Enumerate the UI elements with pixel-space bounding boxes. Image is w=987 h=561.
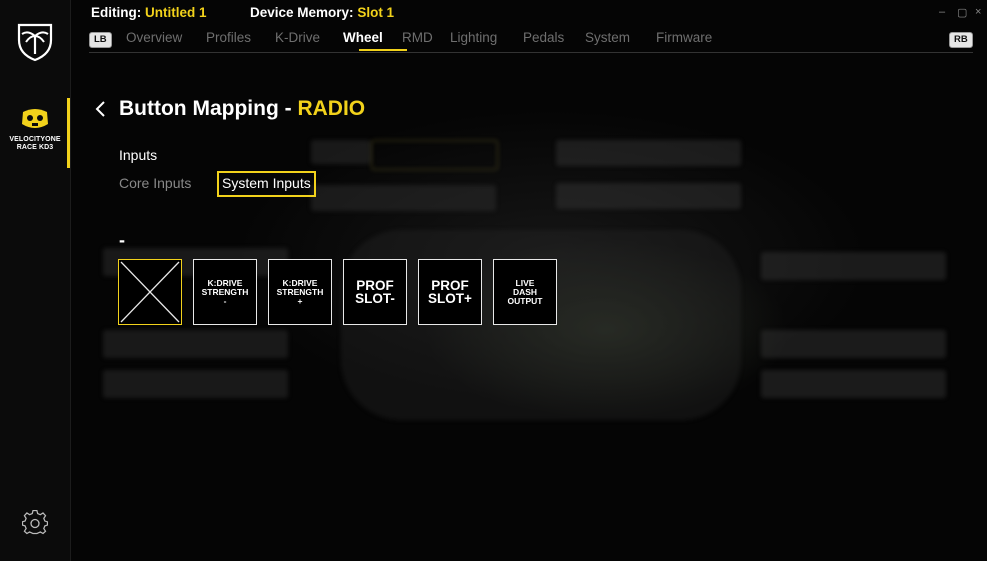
background-mapping-field <box>556 140 741 166</box>
background-mapping-field <box>556 183 741 209</box>
tab-system[interactable]: System <box>585 30 630 45</box>
maximize-button[interactable]: ▢ <box>957 6 967 19</box>
editing-info: Editing: Untitled 1 <box>91 5 207 20</box>
subtab-core-inputs[interactable]: Core Inputs <box>119 175 191 191</box>
subtab-system-inputs[interactable]: System Inputs <box>217 171 316 197</box>
tab-firmware[interactable]: Firmware <box>656 30 712 45</box>
close-button[interactable]: × <box>975 6 981 18</box>
device-name: VELOCITYONE RACE KD3 <box>0 136 70 152</box>
background-mapping-field <box>761 330 946 358</box>
tile-prof-slot-plus[interactable]: PROF SLOT+ <box>418 259 482 325</box>
memory-slot: Slot 1 <box>357 5 395 20</box>
editing-label: Editing: <box>91 5 142 20</box>
device-name-line2: RACE KD3 <box>16 144 54 151</box>
tile-k-drive-strength-plus[interactable]: K:DRIVE STRENGTH + <box>268 259 332 325</box>
device-name-line1: VELOCITYONE <box>9 136 61 143</box>
main-panel: Editing: Untitled 1 Device Memory: Slot … <box>71 0 987 561</box>
tab-lighting[interactable]: Lighting <box>450 30 497 45</box>
tile-live-dash-output[interactable]: LIVE DASH OUTPUT <box>493 259 557 325</box>
device-selector[interactable]: VELOCITYONE RACE KD3 <box>0 98 70 178</box>
background-mapping-field <box>371 140 498 170</box>
background-mapping-field <box>761 370 946 398</box>
tile-k-drive-strength-minus[interactable]: K:DRIVE STRENGTH - <box>193 259 257 325</box>
page-title-button-name: RADIO <box>297 97 366 120</box>
tab-overview[interactable]: Overview <box>126 30 182 45</box>
tile-label-line: - <box>223 295 227 306</box>
current-mapping-value: - <box>119 230 125 250</box>
lb-key-hint[interactable]: LB <box>89 32 112 48</box>
background-mapping-field <box>103 330 288 358</box>
tile-label-line: OUTPUT <box>507 295 543 306</box>
racing-wheel-icon <box>22 109 48 128</box>
tile-prof-slot-minus[interactable]: PROF SLOT- <box>343 259 407 325</box>
tile-label-line: SLOT- <box>355 291 395 306</box>
cross-icon <box>120 261 180 323</box>
background-mapping-label <box>311 140 371 164</box>
tab-k-drive[interactable]: K-Drive <box>275 30 320 45</box>
tile-label-line: + <box>297 295 303 306</box>
tab-rmd[interactable]: RMD <box>402 30 433 45</box>
tab-bar: LB Overview Profiles K-Drive Wheel RMD L… <box>89 30 973 53</box>
page-title: Button Mapping - RADIO <box>119 97 365 121</box>
tile-unassigned[interactable] <box>118 259 182 325</box>
memory-label: Device Memory: <box>250 5 354 20</box>
tab-profiles[interactable]: Profiles <box>206 30 251 45</box>
background-mapping-field <box>761 252 946 280</box>
device-memory-info: Device Memory: Slot 1 <box>250 5 394 20</box>
turtle-beach-logo-icon <box>17 23 53 62</box>
page-title-prefix: Button Mapping - <box>119 97 298 120</box>
tab-pedals[interactable]: Pedals <box>523 30 564 45</box>
background-mapping-field <box>103 370 288 398</box>
sidebar: VELOCITYONE RACE KD3 <box>0 0 71 561</box>
active-tab-indicator <box>359 49 407 51</box>
editing-profile-name: Untitled 1 <box>145 5 207 20</box>
minimize-button[interactable]: – <box>939 6 945 18</box>
back-chevron-icon[interactable] <box>93 100 107 118</box>
active-device-indicator <box>67 98 70 168</box>
tab-wheel[interactable]: Wheel <box>343 30 383 45</box>
settings-gear-icon[interactable] <box>22 510 48 536</box>
tile-label-line: SLOT+ <box>428 291 472 306</box>
background-mapping-field <box>311 185 496 211</box>
inputs-section-label: Inputs <box>119 147 158 163</box>
rb-key-hint[interactable]: RB <box>949 32 973 48</box>
